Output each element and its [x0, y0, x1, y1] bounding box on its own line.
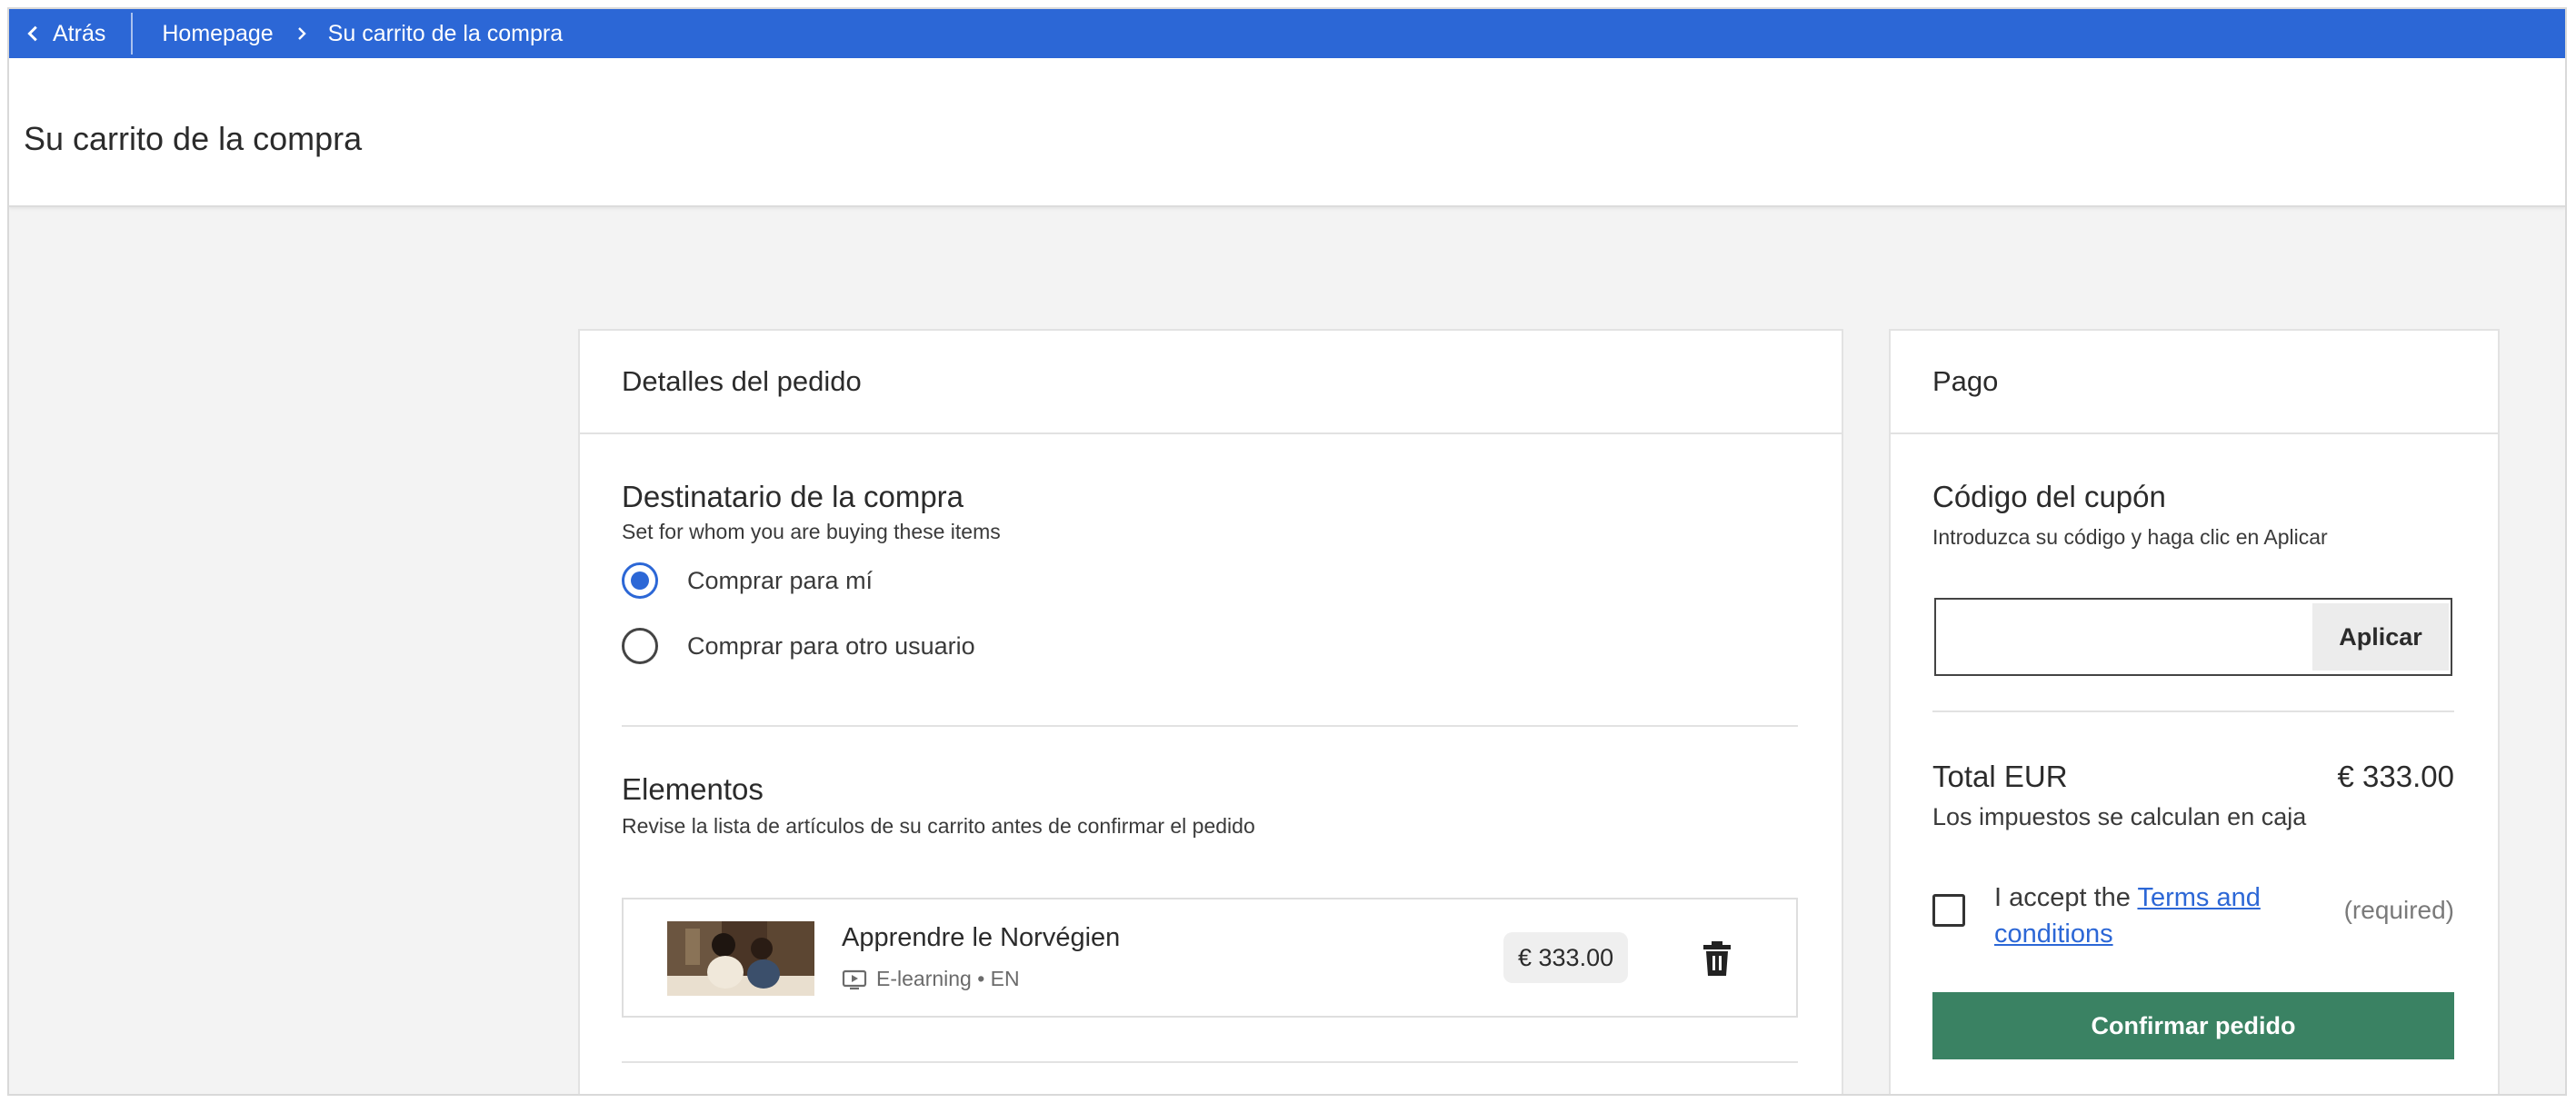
terms-row: I accept the Terms and conditions (requi…: [1932, 879, 2454, 956]
total-row: Total EUR € 333.00: [1932, 760, 2454, 794]
coupon-field: Aplicar: [1934, 598, 2452, 676]
tax-note: Los impuestos se calculan en caja: [1932, 803, 2307, 830]
section-divider: [1932, 710, 2454, 712]
total-label: Total EUR: [1932, 760, 2068, 793]
total-value: € 333.00: [2337, 760, 2454, 793]
payment-heading: Pago: [1891, 331, 2498, 434]
section-divider: [622, 725, 1798, 727]
breadcrumb-home-link[interactable]: Homepage: [133, 21, 273, 47]
chevron-left-icon: [27, 25, 37, 42]
page-title: Su carrito de la compra: [24, 120, 363, 157]
coupon-input[interactable]: [1936, 600, 2309, 674]
trash-icon[interactable]: [1702, 941, 1732, 976]
recipient-subtitle: Set for whom you are buying these items: [622, 520, 1001, 543]
item-thumbnail: [667, 921, 814, 996]
radio-button-selected[interactable]: [622, 562, 658, 599]
recipient-title: Destinatario de la compra: [622, 480, 964, 513]
chevron-right-icon: [294, 25, 310, 42]
confirm-order-button[interactable]: Confirmar pedido: [1932, 992, 2454, 1059]
apply-coupon-button[interactable]: Aplicar: [2312, 603, 2449, 671]
cart-item-row: Apprendre le Norvégien E-learning • EN €…: [622, 898, 1798, 1018]
app-window: Atrás Homepage Su carrito de la compra S…: [7, 7, 2567, 1096]
items-subtitle: Revise la lista de artículos de su carri…: [622, 814, 1255, 838]
coupon-subtitle: Introduzca su código y haga clic en Apli…: [1932, 525, 2328, 549]
coupon-section: Código del cupón Introduzca su código y …: [1932, 480, 2328, 550]
item-price: € 333.00: [1503, 932, 1629, 983]
item-title: Apprendre le Norvégien: [842, 923, 1121, 952]
video-play-icon: [842, 969, 867, 989]
payment-card: Pago Código del cupón Introduzca su códi…: [1889, 329, 2500, 1094]
back-label: Atrás: [53, 20, 106, 46]
items-title: Elementos: [622, 772, 764, 806]
terms-checkbox[interactable]: [1932, 894, 1965, 927]
recipient-section: Destinatario de la compra Set for whom y…: [622, 480, 1798, 670]
radio-label: Comprar para mí: [687, 566, 874, 594]
breadcrumb-bar: Atrás Homepage Su carrito de la compra: [9, 9, 2565, 58]
radio-label: Comprar para otro usuario: [687, 631, 975, 660]
order-details-heading: Detalles del pedido: [580, 331, 1842, 434]
order-details-card: Detalles del pedido Destinatario de la c…: [578, 329, 1843, 1094]
required-label: (required): [2343, 896, 2454, 924]
back-button[interactable]: Atrás: [9, 9, 131, 58]
breadcrumb-current: Su carrito de la compra: [327, 20, 564, 46]
section-divider: [622, 1061, 1798, 1063]
terms-prefix: I accept the: [1994, 883, 2138, 912]
item-type-language: E-learning • EN: [876, 967, 1020, 990]
radio-button[interactable]: [622, 628, 658, 664]
radio-buy-for-other-user[interactable]: Comprar para otro usuario: [622, 622, 1798, 670]
terms-text: I accept the Terms and conditions: [1994, 879, 2285, 952]
item-meta: E-learning • EN: [842, 967, 1020, 991]
coupon-title: Código del cupón: [1932, 480, 2166, 513]
radio-buy-for-me[interactable]: Comprar para mí: [622, 557, 1798, 604]
page-header: Su carrito de la compra: [9, 58, 2565, 207]
items-section: Elementos Revise la lista de artículos d…: [622, 772, 1798, 839]
thumbnail-image: [667, 921, 814, 996]
